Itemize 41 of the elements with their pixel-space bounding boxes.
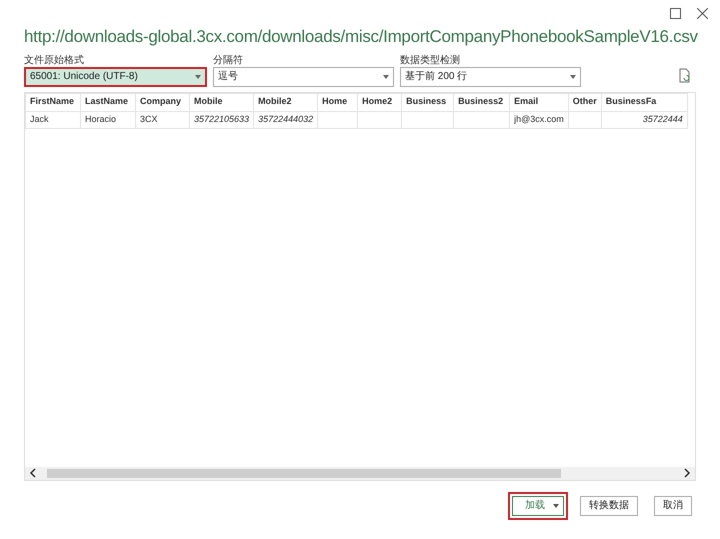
maximize-icon[interactable] <box>670 8 681 19</box>
refresh-file-icon[interactable] <box>678 68 692 82</box>
column-header[interactable]: Email <box>510 93 568 111</box>
caret-icon <box>383 74 389 78</box>
option-label: 分隔符 <box>213 54 244 66</box>
table-cell <box>454 111 510 128</box>
option-label: 文件原始格式 <box>24 54 85 66</box>
table-cell: Jack <box>26 111 80 128</box>
table-cell <box>568 111 602 128</box>
column-header[interactable]: Company <box>136 93 190 111</box>
dropdown[interactable]: 65001: Unicode (UTF-8) <box>24 66 207 86</box>
table-cell <box>358 111 402 128</box>
table-cell <box>318 111 358 128</box>
table-cell: 35722444 <box>601 111 688 128</box>
table-cell: 35722444032 <box>254 111 318 128</box>
column-header[interactable]: Mobile2 <box>254 93 318 111</box>
option-label: 数据类型检测 <box>400 54 461 66</box>
window-title: http://downloads-global.3cx.com/downloads/misc/ImportCompanyPhonebookSampleV16.csv <box>24 26 696 48</box>
caret-icon <box>195 74 201 78</box>
dropdown[interactable]: 基于前 200 行 <box>400 66 581 86</box>
dialog-button[interactable]: 加载 <box>508 492 568 520</box>
table-cell: Horacio <box>80 111 136 128</box>
close-icon[interactable] <box>697 8 708 19</box>
table-cell: jh@3cx.com <box>510 111 568 128</box>
scrollbar-thumb[interactable] <box>47 468 561 478</box>
table-cell <box>402 111 454 128</box>
column-header[interactable]: Business <box>402 93 454 111</box>
caret-icon <box>570 74 576 78</box>
column-header[interactable]: Home2 <box>358 93 402 111</box>
column-header[interactable]: Other <box>568 93 602 111</box>
column-header[interactable]: Mobile <box>190 93 254 111</box>
column-header[interactable]: FirstName <box>26 93 80 111</box>
table-cell: 3CX <box>136 111 190 128</box>
column-header[interactable]: Home <box>318 93 358 111</box>
column-header[interactable]: LastName <box>80 93 136 111</box>
table-cell: 35722105633 <box>190 111 254 128</box>
horizontal-scrollbar[interactable] <box>25 466 695 480</box>
column-header[interactable]: Business2 <box>454 93 510 111</box>
column-header[interactable]: BusinessFa <box>601 93 688 111</box>
dropdown[interactable]: 逗号 <box>213 66 394 86</box>
caret-icon <box>553 504 559 508</box>
